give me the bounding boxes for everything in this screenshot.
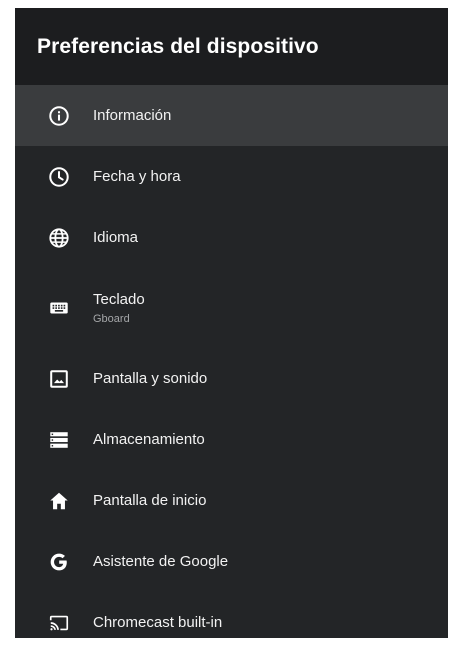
settings-item-label: Idioma — [93, 229, 139, 246]
settings-list: Información Fecha y hora Idioma Teclado … — [15, 85, 448, 638]
settings-item-label: Pantalla de inicio — [93, 492, 207, 509]
page-title: Preferencias del dispositivo — [37, 34, 319, 58]
info-icon — [48, 105, 70, 127]
storage-icon — [48, 429, 70, 451]
settings-item-chromecast[interactable]: Chromecast built-in — [15, 592, 448, 638]
settings-item-label: Asistente de Google — [93, 553, 229, 570]
globe-icon — [48, 227, 70, 249]
home-icon — [48, 490, 70, 512]
image-icon — [48, 368, 70, 390]
settings-item-almacenamiento[interactable]: Almacenamiento — [15, 409, 448, 470]
settings-item-label: Almacenamiento — [93, 431, 205, 448]
settings-item-idioma[interactable]: Idioma — [15, 207, 448, 268]
settings-item-label: Información — [93, 107, 172, 124]
settings-item-label: Fecha y hora — [93, 168, 181, 185]
clock-icon — [48, 166, 70, 188]
settings-item-asistente-de-google[interactable]: Asistente de Google — [15, 531, 448, 592]
settings-item-fecha-y-hora[interactable]: Fecha y hora — [15, 146, 448, 207]
cast-icon — [48, 612, 70, 634]
settings-item-pantalla-y-sonido[interactable]: Pantalla y sonido — [15, 348, 448, 409]
settings-item-label: Teclado — [93, 291, 145, 308]
settings-item-pantalla-de-inicio[interactable]: Pantalla de inicio — [15, 470, 448, 531]
keyboard-icon — [48, 297, 70, 319]
settings-item-informacion[interactable]: Información — [15, 85, 448, 146]
header: Preferencias del dispositivo — [15, 8, 448, 85]
google-icon — [48, 551, 70, 573]
settings-item-label: Pantalla y sonido — [93, 370, 208, 387]
settings-item-sublabel: Gboard — [93, 313, 130, 325]
settings-item-teclado[interactable]: Teclado Gboard — [15, 268, 448, 348]
device-preferences-panel: Preferencias del dispositivo Información… — [15, 8, 448, 638]
settings-item-label: Chromecast built-in — [93, 614, 223, 631]
